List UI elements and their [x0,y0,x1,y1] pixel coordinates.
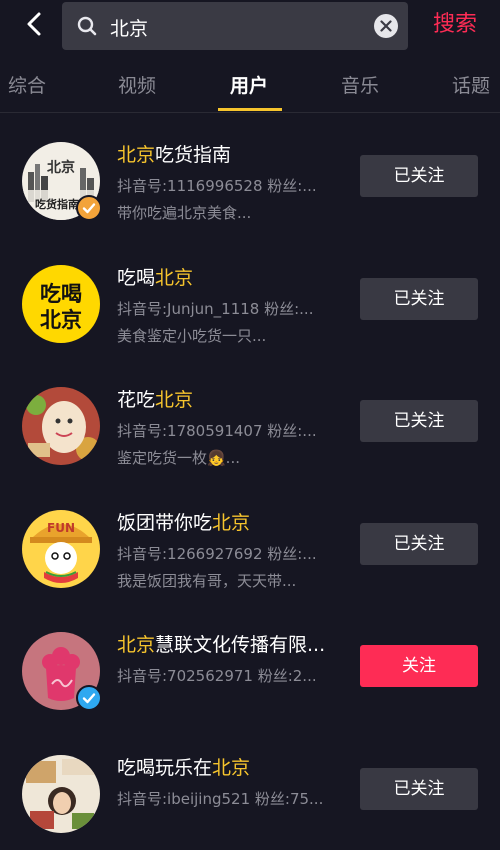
user-list-item[interactable]: 吃喝玩乐在北京 抖音号:ibeijing521 粉丝:75... 已关注 [0,726,500,849]
user-description: 我是饭团我有哥，天天带... [117,571,297,590]
avatar-image [22,754,100,833]
followed-button[interactable]: 已关注 [360,522,478,565]
user-name[interactable]: 饭团带你吃北京 [117,510,342,536]
user-list-item[interactable]: 花吃北京 抖音号:1780591407 粉丝:... 鉴定吃货一枚👧... 已关… [0,358,500,481]
user-list: 北京 吃货指南 北京吃货指南 抖音号:1116996528 粉丝:... 带你吃… [0,113,500,848]
user-name[interactable]: 花吃北京 [117,387,342,413]
tab-videos[interactable]: 视频 [118,72,156,100]
clear-search-button[interactable] [374,14,398,38]
search-button[interactable]: 搜索 [420,10,490,40]
svg-text:吃货指南: 吃货指南 [35,197,79,211]
user-name[interactable]: 吃喝玩乐在北京 [117,755,342,781]
avatar-image: FUN [22,509,100,588]
user-list-item[interactable]: FUN 饭团带你吃北京 抖音号:1266927692 粉丝:... 我是饭团我有… [0,481,500,604]
followed-button[interactable]: 已关注 [360,400,478,442]
svg-text:FUN: FUN [47,521,75,535]
tab-topics[interactable]: 话题 [452,72,490,100]
tab-comprehensive[interactable]: 综合 [8,72,46,100]
avatar-image [22,387,100,465]
svg-text:北京: 北京 [40,308,82,332]
tab-users[interactable]: 用户 [230,72,268,100]
user-description: 带你吃遍北京美食... [117,204,252,222]
user-id-line: 抖音号:1780591407 粉丝:... [117,422,317,440]
followed-button[interactable]: 已关注 [360,277,478,320]
user-description: 美食鉴定小吃货一只... [117,326,267,345]
svg-text:吃喝: 吃喝 [40,282,82,306]
chevron-left-icon [27,12,41,36]
user-id-line: 抖音号:702562971 粉丝:2... [117,667,317,685]
user-name[interactable]: 北京吃货指南 [117,142,342,168]
close-icon [380,20,392,32]
user-list-item[interactable]: 吃喝 北京 吃喝北京 抖音号:Junjun_1118 粉丝:... 美食鉴定小吃… [0,236,500,359]
user-id-line: 抖音号:1116996528 粉丝:... [117,177,317,195]
verified-badge [76,685,102,711]
tab-bar: 综合 视频 用户 音乐 话题 [0,60,500,112]
checkmark-icon [82,203,96,214]
checkmark-icon [82,693,96,704]
user-name[interactable]: 北京慧联文化传播有限... [117,632,342,658]
avatar[interactable]: FUN [22,509,100,588]
tab-music[interactable]: 音乐 [341,72,379,100]
top-bar: 搜索 [0,0,500,52]
followed-button[interactable]: 已关注 [360,767,478,810]
search-box[interactable] [62,2,408,50]
svg-text:北京: 北京 [47,159,75,176]
back-button[interactable] [20,8,50,40]
avatar[interactable] [22,387,100,465]
verified-badge [76,195,102,221]
followed-button[interactable]: 已关注 [360,155,478,197]
user-list-item[interactable]: 北京 吃货指南 北京吃货指南 抖音号:1116996528 粉丝:... 带你吃… [0,113,500,236]
avatar[interactable]: 吃喝 北京 [22,264,100,343]
avatar-image: 吃喝 北京 [22,264,100,343]
user-list-item[interactable]: 北京慧联文化传播有限... 抖音号:702562971 粉丝:2... 关注 [0,603,500,726]
user-id-line: 抖音号:Junjun_1118 粉丝:... [117,299,314,318]
active-tab-indicator [218,108,282,111]
user-description: 鉴定吃货一枚👧... [117,449,240,467]
user-id-line: 抖音号:1266927692 粉丝:... [117,544,317,563]
follow-button[interactable]: 关注 [360,645,478,687]
avatar[interactable] [22,754,100,833]
search-icon [77,16,97,36]
user-name[interactable]: 吃喝北京 [117,265,342,291]
user-id-line: 抖音号:ibeijing521 粉丝:75... [117,789,324,808]
search-input[interactable] [108,11,362,43]
